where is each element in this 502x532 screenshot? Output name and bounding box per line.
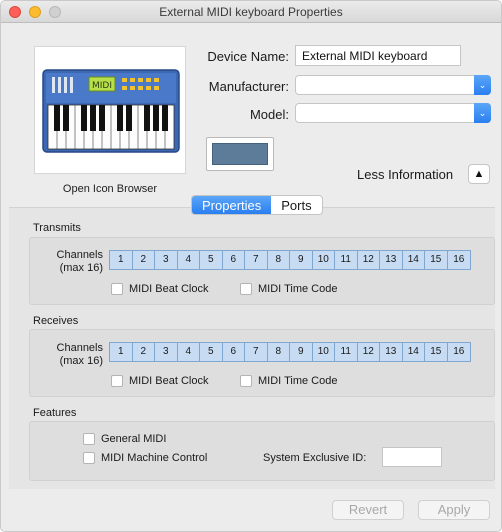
receives-channel-16[interactable]: 16 [448,343,471,361]
general-midi-checkbox[interactable]: General MIDI [83,433,166,445]
device-icon-well[interactable]: MIDI [34,46,186,174]
transmits-header: Transmits [33,222,81,234]
receives-channel-5[interactable]: 5 [200,343,223,361]
transmits-time-code-checkbox[interactable]: MIDI Time Code [240,283,337,295]
receives-beat-clock-checkbox[interactable]: MIDI Beat Clock [111,375,208,387]
receives-channel-7[interactable]: 7 [245,343,268,361]
receives-channels-label: Channels (max 16) [56,342,103,367]
receives-channel-6[interactable]: 6 [223,343,245,361]
apply-button[interactable]: Apply [418,500,490,520]
transmits-beat-clock-label: MIDI Beat Clock [129,283,209,295]
transmits-beat-clock-checkbox[interactable]: MIDI Beat Clock [111,283,208,295]
receives-time-code-label: MIDI Time Code [258,375,338,387]
window-title: External MIDI keyboard Properties [159,5,343,19]
triangle-up-icon: ▲ [473,168,485,180]
transmits-channel-4[interactable]: 4 [178,251,200,269]
transmits-channel-16[interactable]: 16 [448,251,471,269]
midi-machine-control-checkbox[interactable]: MIDI Machine Control [83,452,207,464]
transmits-channel-7[interactable]: 7 [245,251,268,269]
transmits-time-code-label: MIDI Time Code [258,283,338,295]
receives-channel-12[interactable]: 12 [358,343,380,361]
receives-channel-8[interactable]: 8 [268,343,290,361]
receives-time-code-checkbox[interactable]: MIDI Time Code [240,375,337,387]
transmits-channel-11[interactable]: 11 [335,251,358,269]
receives-channel-1[interactable]: 1 [110,343,133,361]
midi-machine-control-label: MIDI Machine Control [101,452,208,464]
transmits-channel-5[interactable]: 5 [200,251,223,269]
color-swatch-fill [212,143,268,165]
less-information-button[interactable]: ▲ [468,164,490,184]
title-bar[interactable]: External MIDI keyboard Properties [1,1,501,23]
transmits-channel-9[interactable]: 9 [290,251,313,269]
receives-channel-2[interactable]: 2 [133,343,155,361]
general-midi-label: General MIDI [101,433,167,445]
receives-channel-11[interactable]: 11 [335,343,358,361]
receives-header: Receives [33,315,79,327]
model-label: Model: [249,107,289,122]
transmits-channel-3[interactable]: 3 [155,251,178,269]
receives-channel-selector[interactable]: 1 2 3 4 5 6 7 8 9 10 11 12 13 14 15 16 [109,342,471,362]
tab-control: Properties Ports [191,195,323,215]
transmits-channel-2[interactable]: 2 [133,251,155,269]
receives-channel-13[interactable]: 13 [380,343,403,361]
svg-text:MIDI: MIDI [92,81,112,91]
transmits-channel-13[interactable]: 13 [380,251,403,269]
device-name-field[interactable]: External MIDI keyboard [295,45,461,66]
receives-channel-15[interactable]: 15 [425,343,448,361]
model-popup[interactable]: ⌄ [295,103,491,123]
tab-properties[interactable]: Properties [192,196,272,214]
tab-ports[interactable]: Ports [271,196,321,214]
receives-channel-9[interactable]: 9 [290,343,313,361]
color-well[interactable] [206,137,274,171]
transmits-channel-8[interactable]: 8 [268,251,290,269]
system-exclusive-id-field[interactable] [382,447,442,467]
transmits-channels-label: Channels (max 16) [56,249,103,274]
receives-channel-14[interactable]: 14 [403,343,425,361]
transmits-channel-12[interactable]: 12 [358,251,380,269]
manufacturer-popup[interactable]: ⌄ [295,75,491,95]
transmits-channel-6[interactable]: 6 [223,251,245,269]
chevron-down-icon: ⌄ [474,75,491,95]
transmits-channel-14[interactable]: 14 [403,251,425,269]
manufacturer-label: Manufacturer: [208,79,289,94]
device-name-label: Device Name: [207,49,289,64]
features-header: Features [33,407,77,419]
open-icon-browser-link[interactable]: Open Icon Browser [34,183,186,195]
receives-channel-10[interactable]: 10 [313,343,335,361]
transmits-channel-selector[interactable]: 1 2 3 4 5 6 7 8 9 10 11 12 13 14 15 16 [109,250,471,270]
receives-channel-3[interactable]: 3 [155,343,178,361]
transmits-channel-10[interactable]: 10 [313,251,335,269]
less-information-label: Less Information [357,167,454,182]
properties-window: External MIDI keyboard Properties MIDI O… [0,0,502,532]
receives-beat-clock-label: MIDI Beat Clock [129,375,209,387]
transmits-channel-1[interactable]: 1 [110,251,133,269]
midi-keyboard-icon: MIDI [42,69,180,153]
chevron-down-icon: ⌄ [474,103,491,123]
transmits-channel-15[interactable]: 15 [425,251,448,269]
system-exclusive-id-label: System Exclusive ID: [263,452,367,464]
revert-button[interactable]: Revert [332,500,404,520]
receives-channel-4[interactable]: 4 [178,343,200,361]
